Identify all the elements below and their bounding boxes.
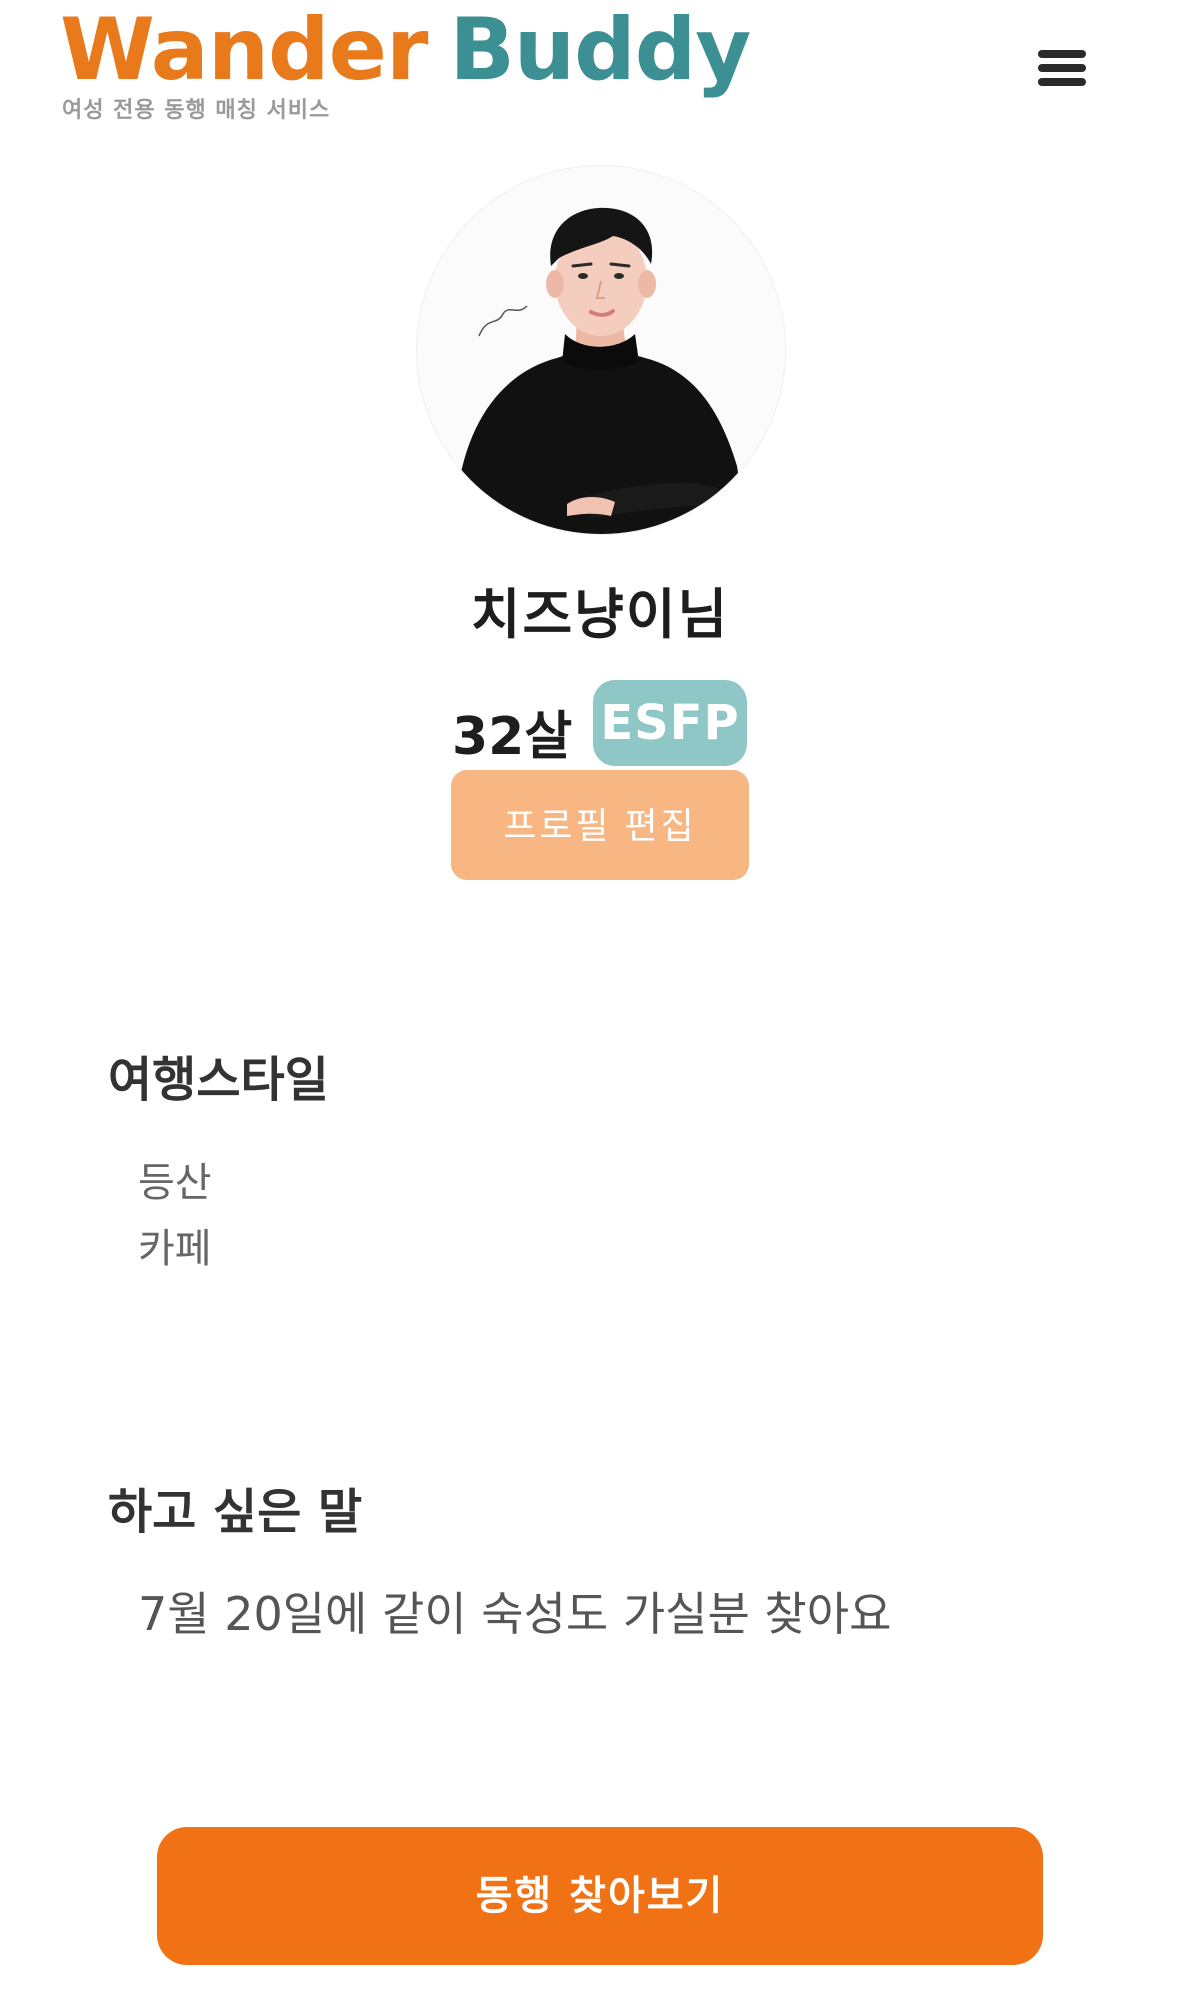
profile-age: 32살	[452, 707, 573, 767]
logo-word-buddy: Buddy	[449, 0, 751, 100]
logo-word-wander: Wander	[60, 0, 428, 100]
menu-bar	[1038, 64, 1086, 72]
menu-bar	[1038, 50, 1086, 58]
message-text: 7월 20일에 같이 숙성도 가실분 찾아요	[138, 1587, 892, 1641]
menu-bar	[1038, 78, 1086, 86]
avatar-illustration	[447, 207, 747, 534]
mbti-badge: ESFP	[593, 680, 747, 766]
profile-page: Wander Buddy 여성 전용 동행 매칭 서비스 치즈냥이님 32살 E…	[0, 0, 1200, 2011]
app-logo[interactable]: Wander Buddy	[60, 0, 751, 100]
travel-style-title: 여행스타일	[108, 1052, 329, 1108]
find-companion-button[interactable]: 동행 찾아보기	[157, 1827, 1043, 1965]
hamburger-menu-icon[interactable]	[1038, 50, 1088, 92]
message-title: 하고 싶은 말	[108, 1484, 363, 1540]
app-header: Wander Buddy 여성 전용 동행 매칭 서비스	[0, 0, 1200, 130]
travel-style-list: 등산 카페	[138, 1150, 212, 1282]
edit-profile-button[interactable]: 프로필 편집	[451, 770, 749, 880]
travel-style-item: 카페	[138, 1226, 212, 1272]
travel-style-item: 등산	[138, 1160, 212, 1206]
app-tagline: 여성 전용 동행 매칭 서비스	[62, 98, 331, 123]
profile-nickname: 치즈냥이님	[470, 583, 730, 646]
profile-avatar	[416, 165, 786, 535]
